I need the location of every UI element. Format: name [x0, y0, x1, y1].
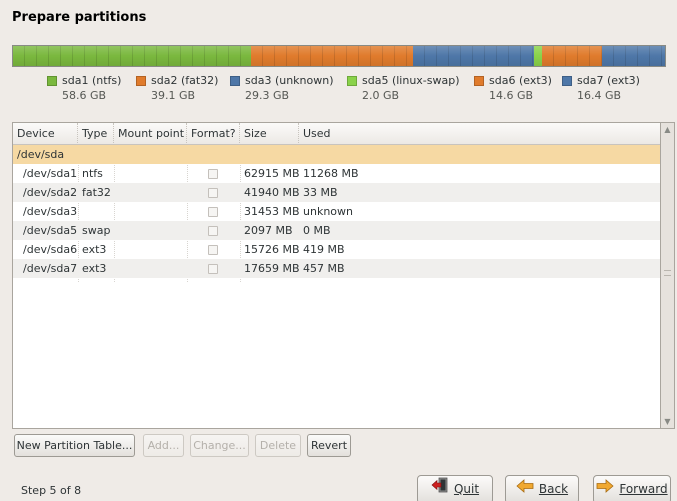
legend-swatch: [47, 75, 57, 86]
arrow-left-icon: [516, 476, 534, 501]
cell-used: 457 MB: [303, 262, 345, 275]
column-header-format[interactable]: Format?: [187, 123, 240, 145]
quit-label: Quit: [453, 482, 480, 496]
partition-segment-sda3: [412, 46, 534, 66]
table-row[interactable]: /dev/sda6 ext3 15726 MB 419 MB: [13, 240, 660, 259]
cell-type: ntfs: [82, 167, 103, 180]
legend-swatch: [474, 75, 484, 86]
cell-device: /dev/sda: [17, 148, 65, 161]
legend-size: 2.0 GB: [362, 89, 400, 102]
scroll-grip-icon[interactable]: [664, 270, 671, 276]
back-button[interactable]: Back: [505, 475, 579, 501]
cell-used: unknown: [303, 205, 353, 218]
format-checkbox[interactable]: [208, 207, 218, 217]
arrow-right-icon: [596, 476, 614, 501]
legend-swatch: [562, 75, 572, 86]
legend-label: sda2 (fat32): [151, 74, 219, 87]
cell-type: ext3: [82, 243, 107, 256]
table-row[interactable]: /dev/sda7 ext3 17659 MB 457 MB: [13, 259, 660, 278]
column-header-type[interactable]: Type: [78, 123, 114, 145]
legend-size: 16.4 GB: [577, 89, 622, 102]
partition-bar: [12, 45, 666, 67]
cell-size: 2097 MB: [244, 224, 293, 237]
cell-device: /dev/sda2: [23, 186, 78, 199]
partition-segment-sda2: [250, 46, 413, 66]
format-checkbox[interactable]: [208, 264, 218, 274]
step-indicator: Step 5 of 8: [21, 484, 82, 497]
forward-button[interactable]: Forward: [593, 475, 671, 501]
partition-segment-sda5: [533, 46, 542, 66]
delete-partition-button[interactable]: Delete: [255, 434, 301, 457]
cell-device: /dev/sda1: [23, 167, 78, 180]
cell-size: 41940 MB: [244, 186, 300, 199]
legend-swatch: [347, 75, 357, 86]
legend-item: sda3 (unknown) 29.3 GB: [230, 74, 334, 102]
partition-segment-sda1: [13, 46, 251, 66]
format-checkbox[interactable]: [208, 245, 218, 255]
cell-size: 31453 MB: [244, 205, 300, 218]
cell-device: /dev/sda5: [23, 224, 78, 237]
scroll-up-icon[interactable]: ▲: [663, 125, 672, 134]
cell-type: fat32: [82, 186, 111, 199]
cell-used: 33 MB: [303, 186, 338, 199]
cell-type: swap: [82, 224, 111, 237]
format-checkbox[interactable]: [208, 188, 218, 198]
legend-item: sda1 (ntfs) 58.6 GB: [47, 74, 121, 102]
partition-table[interactable]: Device Type Mount point Format? Size Use…: [12, 122, 661, 429]
cell-type: ext3: [82, 262, 107, 275]
quit-button[interactable]: Quit: [417, 475, 493, 501]
legend-size: 14.6 GB: [489, 89, 534, 102]
cell-device: /dev/sda7: [23, 262, 78, 275]
legend-size: 29.3 GB: [245, 89, 290, 102]
legend-label: sda6 (ext3): [489, 74, 552, 87]
legend-size: 39.1 GB: [151, 89, 196, 102]
change-partition-button[interactable]: Change...: [190, 434, 249, 457]
format-checkbox[interactable]: [208, 169, 218, 179]
table-row[interactable]: /dev/sda: [13, 145, 660, 164]
add-partition-button[interactable]: Add...: [143, 434, 184, 457]
cell-used: 419 MB: [303, 243, 345, 256]
legend-item: sda5 (linux-swap) 2.0 GB: [347, 74, 460, 102]
cell-size: 15726 MB: [244, 243, 300, 256]
cell-device: /dev/sda6: [23, 243, 78, 256]
table-scrollbar[interactable]: ▲ ▼: [661, 122, 675, 429]
legend-label: sda5 (linux-swap): [362, 74, 460, 87]
legend-item: sda2 (fat32) 39.1 GB: [136, 74, 218, 102]
new-partition-table-button[interactable]: New Partition Table...: [14, 434, 135, 457]
cell-used: 0 MB: [303, 224, 331, 237]
legend-item: sda6 (ext3) 14.6 GB: [474, 74, 552, 102]
table-row[interactable]: /dev/sda1 ntfs 62915 MB 11268 MB: [13, 164, 660, 183]
legend-item: sda7 (ext3) 16.4 GB: [562, 74, 640, 102]
legend-swatch: [136, 75, 146, 86]
cell-device: /dev/sda3: [23, 205, 78, 218]
scroll-down-icon[interactable]: ▼: [663, 417, 672, 426]
legend-size: 58.6 GB: [62, 89, 107, 102]
quit-icon: [431, 476, 449, 501]
cell-size: 17659 MB: [244, 262, 300, 275]
legend-label: sda7 (ext3): [577, 74, 640, 87]
column-header-device[interactable]: Device: [13, 123, 78, 145]
partition-legend: sda1 (ntfs) 58.6 GB sda2 (fat32) 39.1 GB sda…: [0, 74, 677, 106]
column-header-mount-point[interactable]: Mount point: [114, 123, 187, 145]
revert-button[interactable]: Revert: [307, 434, 351, 457]
back-label: Back: [538, 482, 569, 496]
page-title: Prepare partitions: [12, 10, 147, 25]
partition-segment-sda7: [602, 46, 665, 66]
format-checkbox[interactable]: [208, 226, 218, 236]
legend-swatch: [230, 75, 240, 86]
table-row[interactable]: /dev/sda5 swap 2097 MB 0 MB: [13, 221, 660, 240]
legend-label: sda1 (ntfs): [62, 74, 122, 87]
column-header-size[interactable]: Size: [240, 123, 299, 145]
cell-used: 11268 MB: [303, 167, 359, 180]
cell-size: 62915 MB: [244, 167, 300, 180]
partition-segment-sda6: [541, 46, 603, 66]
table-header: Device Type Mount point Format? Size Use…: [13, 123, 660, 145]
table-row[interactable]: /dev/sda3 31453 MB unknown: [13, 202, 660, 221]
table-row[interactable]: /dev/sda2 fat32 41940 MB 33 MB: [13, 183, 660, 202]
legend-label: sda3 (unknown): [245, 74, 334, 87]
forward-label: Forward: [619, 482, 668, 496]
column-header-used[interactable]: Used: [299, 123, 660, 145]
